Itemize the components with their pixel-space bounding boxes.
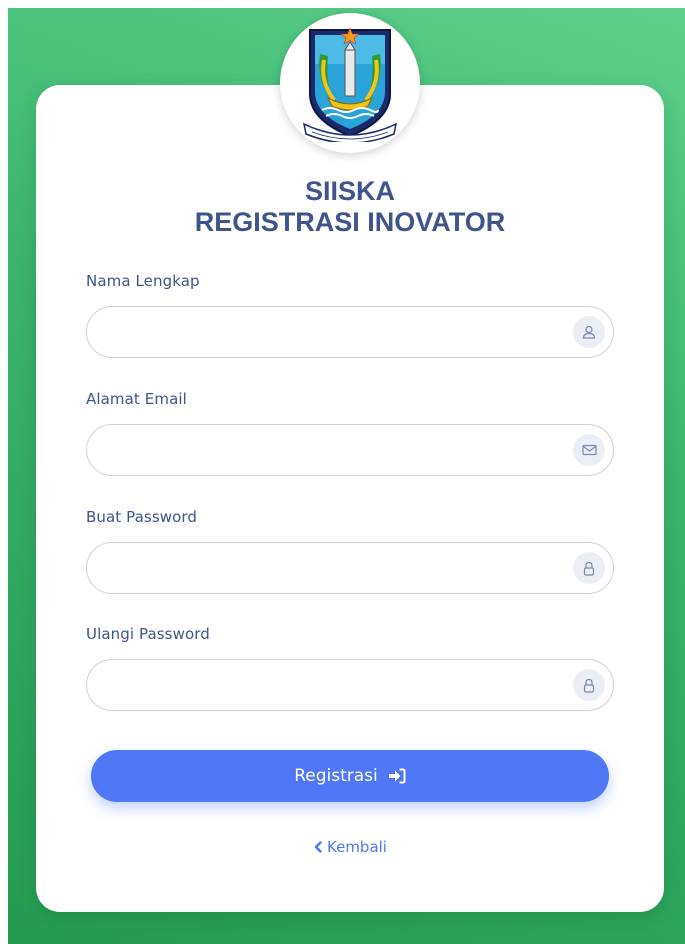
email-field-wrapper: [86, 424, 614, 477]
east-java-crest-icon: [302, 27, 398, 142]
lock-icon: [573, 552, 605, 584]
back-link-row: Kembali: [36, 838, 664, 857]
confirm-password-field-wrapper: [86, 659, 614, 712]
lock-icon: [573, 669, 605, 701]
app-name: SIISKA: [304, 176, 396, 206]
full-name-field-wrapper: [86, 306, 614, 359]
confirm-password-input[interactable]: [107, 660, 561, 712]
password-field-wrapper: [86, 542, 614, 595]
full-name-label: Nama Lengkap: [86, 272, 200, 290]
full-name-input[interactable]: [107, 307, 561, 359]
register-button[interactable]: Registrasi: [91, 750, 609, 802]
user-icon: [573, 316, 605, 348]
email-label: Alamat Email: [86, 390, 187, 408]
logo-badge: [280, 13, 420, 153]
back-link-label: Kembali: [327, 838, 387, 856]
password-input[interactable]: [107, 543, 561, 595]
register-button-label: Registrasi: [294, 766, 378, 786]
back-link[interactable]: Kembali: [313, 838, 387, 856]
email-input[interactable]: [107, 425, 561, 477]
page-title: SIISKA REGISTRASI INOVATOR: [36, 176, 664, 238]
page-subtitle: REGISTRASI INOVATOR: [194, 207, 506, 237]
confirm-password-label: Ulangi Password: [86, 625, 210, 643]
sign-in-icon: [388, 768, 406, 784]
envelope-icon: [573, 434, 605, 466]
chevron-left-icon: [314, 841, 322, 853]
password-label: Buat Password: [86, 508, 198, 526]
